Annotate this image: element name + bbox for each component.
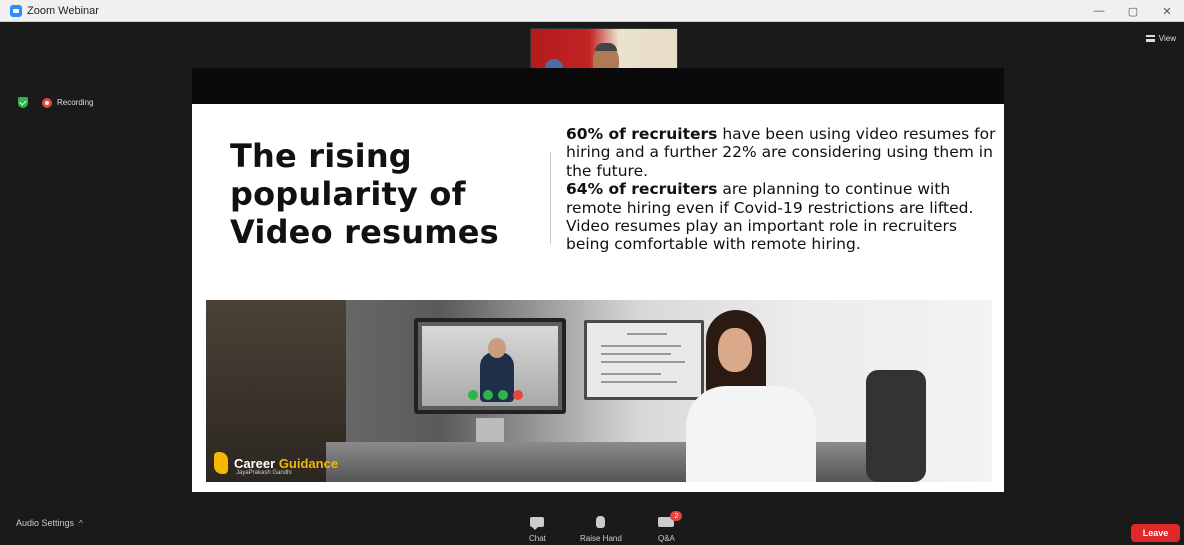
zoom-app-icon <box>10 4 22 17</box>
audio-settings-button[interactable]: Audio Settings ^ <box>16 518 83 528</box>
brand-career: Career <box>234 455 279 471</box>
chevron-up-icon[interactable]: ^ <box>79 519 83 528</box>
qa-label: Q&A <box>658 534 675 543</box>
view-label: View <box>1158 34 1176 43</box>
brand-name: Career Guidance <box>234 456 338 471</box>
career-guidance-brand: Career Guidance JayaPrakash Gandhi <box>214 452 338 476</box>
grid-view-icon <box>1145 35 1155 42</box>
doc-line <box>601 345 681 347</box>
photo-chair <box>866 370 926 482</box>
window-controls: — ▢ ✕ <box>1082 0 1184 22</box>
speaker-hair <box>595 43 617 51</box>
call-participant-head <box>488 338 506 358</box>
close-button[interactable]: ✕ <box>1150 0 1184 22</box>
slide-headline: The rising popularity of Video resumes <box>230 137 499 251</box>
doc-line <box>601 353 671 355</box>
doc-line <box>627 333 667 335</box>
doc-line <box>601 373 661 375</box>
woman-face <box>718 328 752 372</box>
window-titlebar: Zoom Webinar — ▢ ✕ <box>0 0 1184 22</box>
chat-button[interactable]: Chat <box>529 516 546 543</box>
raise-hand-button[interactable]: Raise Hand <box>580 516 622 543</box>
call-end-icon <box>513 390 523 400</box>
encryption-shield-icon[interactable] <box>18 97 28 108</box>
view-button[interactable]: View <box>1145 34 1176 43</box>
doc-line <box>601 361 685 363</box>
slide-photo: Career Guidance JayaPrakash Gandhi <box>206 300 992 482</box>
meeting-toolbar: Audio Settings ^ Chat Raise Hand 2 Q&A L… <box>0 510 1184 545</box>
brand-logo-icon <box>214 452 228 474</box>
recording-icon <box>42 97 52 108</box>
qa-icon: 2 <box>658 511 683 528</box>
hand-icon <box>596 516 606 528</box>
raise-hand-label: Raise Hand <box>580 534 622 543</box>
minimize-button[interactable]: — <box>1082 0 1116 22</box>
window-title: Zoom Webinar <box>27 4 99 17</box>
shared-slide: The rising popularity of Video resumes 6… <box>192 104 1004 492</box>
slide-body-text: 60% of recruiters have been using video … <box>566 125 996 254</box>
photo-video-call-monitor <box>414 318 566 414</box>
monitor-screen <box>422 326 558 406</box>
chat-label: Chat <box>529 534 546 543</box>
recording-label: Recording <box>57 98 94 107</box>
stat-bold-1: 60% of recruiters <box>566 125 718 143</box>
audio-settings-label: Audio Settings <box>16 518 75 528</box>
call-chat-icon <box>498 390 508 400</box>
woman-shirt <box>686 386 816 482</box>
maximize-button[interactable]: ▢ <box>1116 0 1150 22</box>
qa-badge: 2 <box>670 511 683 521</box>
qa-button[interactable]: 2 Q&A <box>658 511 683 543</box>
meeting-status: Recording <box>18 97 93 108</box>
call-video-icon <box>468 390 478 400</box>
stat-bold-2: 64% of recruiters <box>566 180 718 199</box>
recording-indicator[interactable]: Recording <box>42 97 94 108</box>
photo-woman <box>676 310 826 482</box>
slide-divider <box>550 152 551 244</box>
doc-line <box>601 381 677 383</box>
brand-subtitle: JayaPrakash Gandhi <box>236 470 292 476</box>
call-mic-icon <box>483 390 493 400</box>
call-controls <box>468 390 523 400</box>
chat-icon <box>530 516 545 530</box>
brand-guidance: Guidance <box>278 455 339 471</box>
leave-button[interactable]: Leave <box>1131 524 1180 542</box>
